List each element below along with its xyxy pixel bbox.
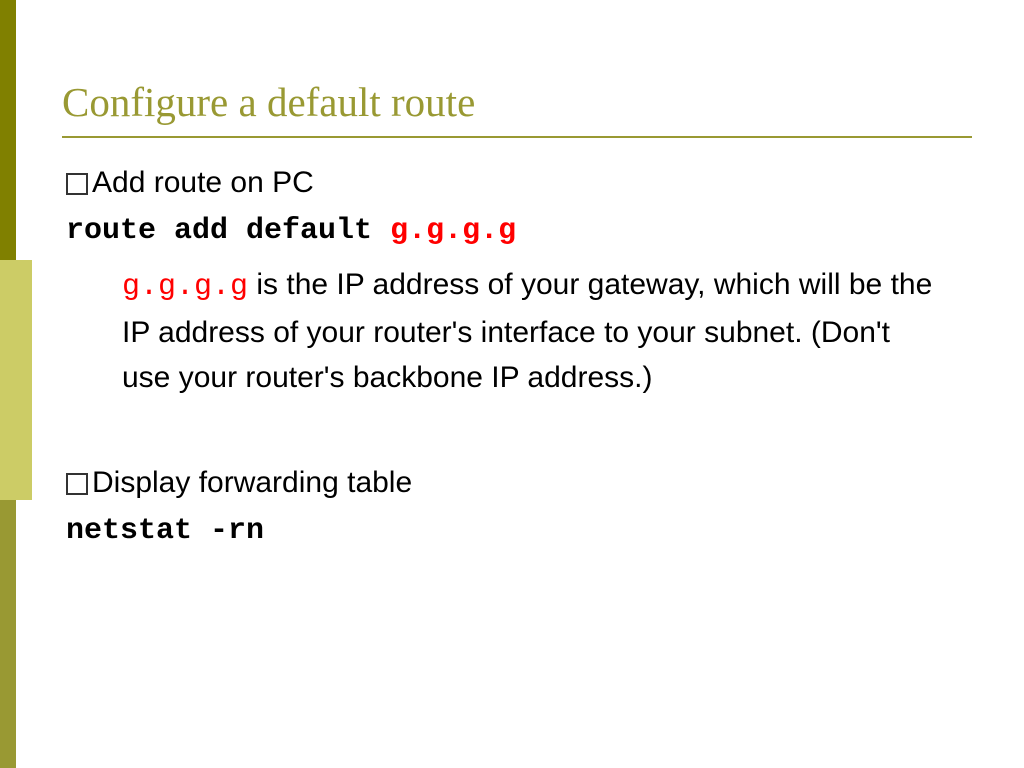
command-2: netstat -rn <box>66 514 976 548</box>
command-1: route add default g.g.g.g <box>66 214 976 248</box>
bullet-text-1: Add route on PC <box>92 166 314 200</box>
decor-bar-dark <box>0 0 16 260</box>
gap-spacer <box>62 400 976 456</box>
explanation-text: g.g.g.g is the IP address of your gatewa… <box>122 262 936 400</box>
bullet-square-icon <box>66 173 88 195</box>
bullet-square-icon <box>66 473 88 495</box>
decor-bar-light <box>0 260 32 500</box>
bullet-text-2: Display forwarding table <box>92 466 412 500</box>
explanation-var: g.g.g.g <box>122 270 248 304</box>
command-2-text: netstat -rn <box>66 514 264 548</box>
slide-content: Configure a default route Add route on P… <box>62 78 976 548</box>
slide-title: Configure a default route <box>62 78 972 138</box>
command-1-arg: g.g.g.g <box>390 214 516 248</box>
decor-bar-bottom <box>0 500 16 768</box>
bullet-item-1: Add route on PC <box>62 166 976 200</box>
command-1-prefix: route add default <box>66 214 390 248</box>
bullet-item-2: Display forwarding table <box>62 466 976 500</box>
